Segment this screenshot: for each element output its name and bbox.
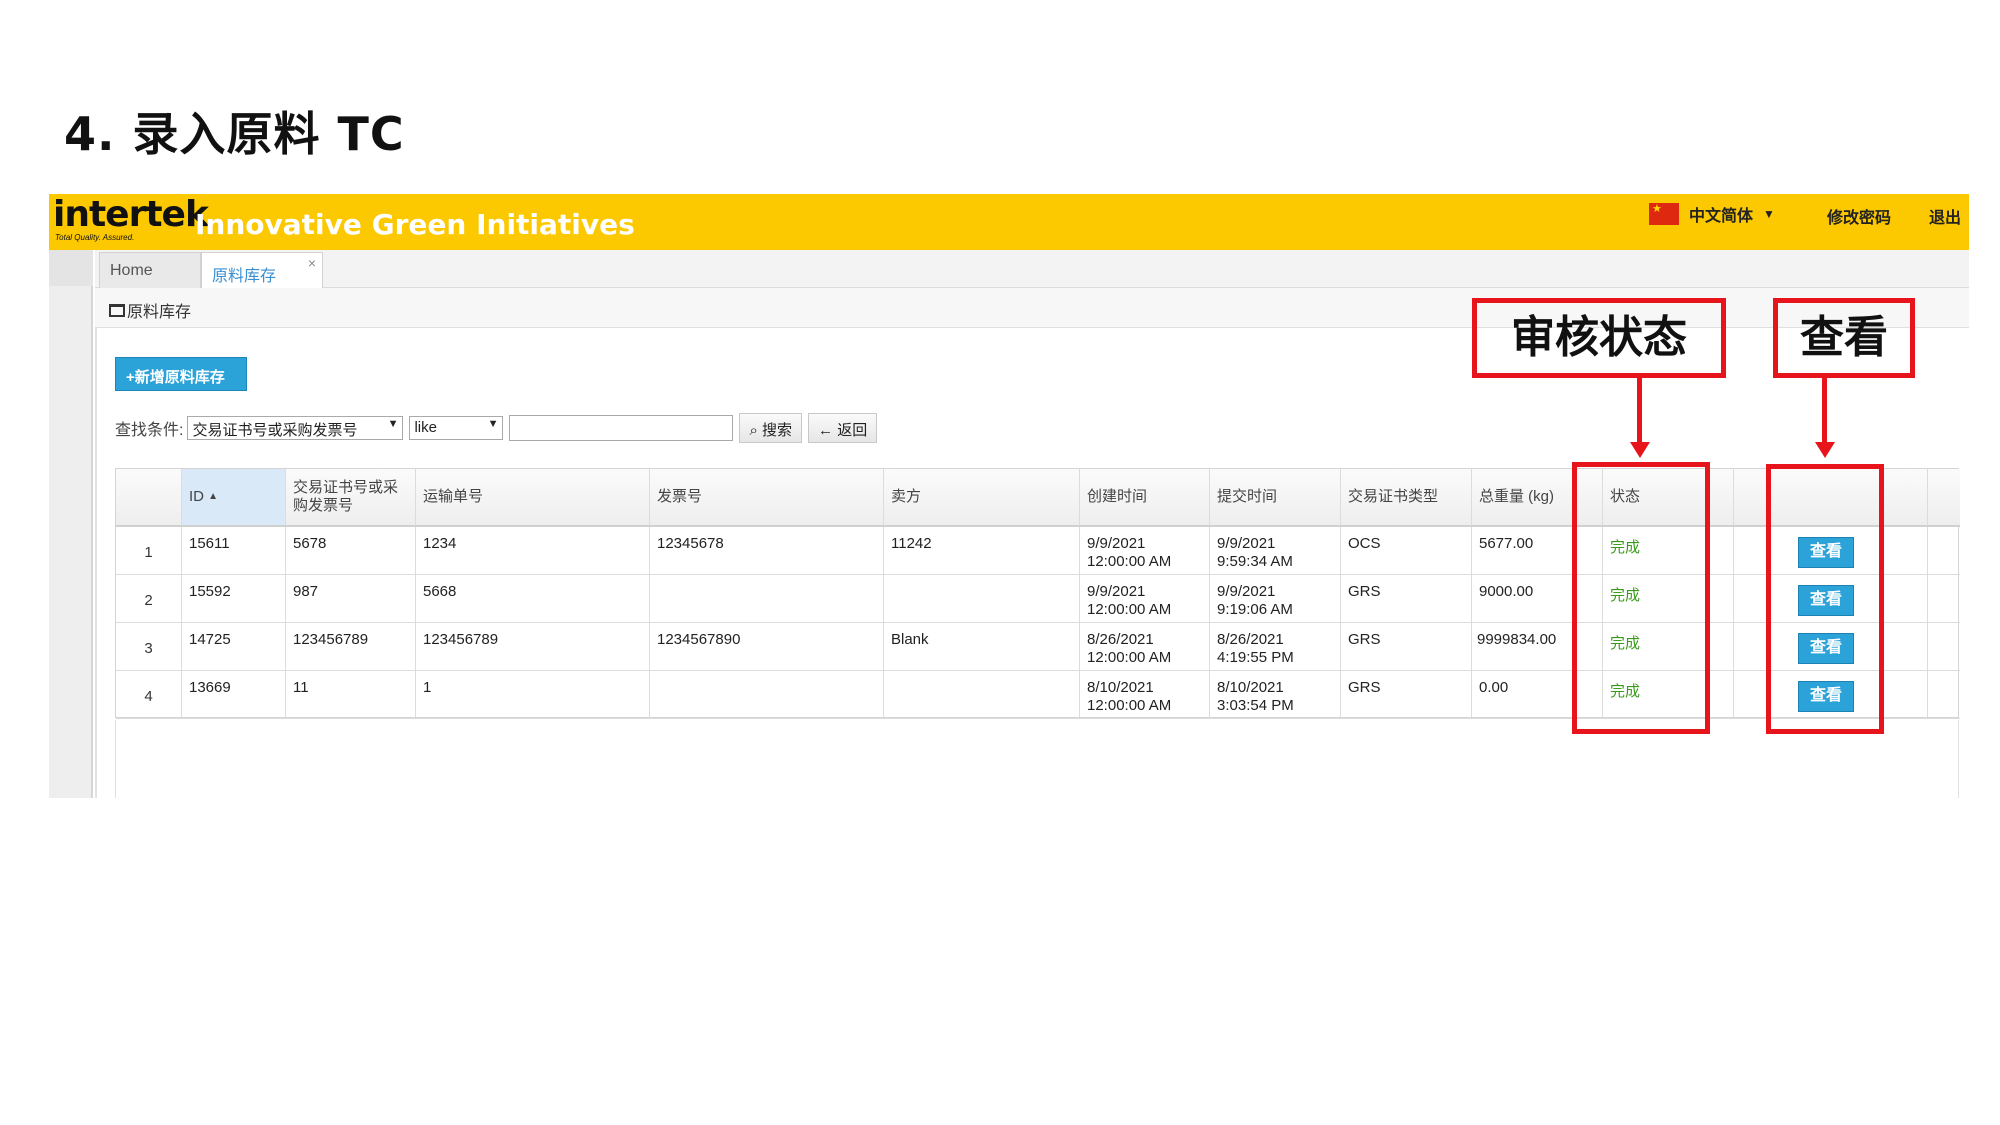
header-submitted[interactable]: 提交时间 [1210,469,1341,525]
status-arrow-head [1630,442,1650,458]
change-password-link[interactable]: 修改密码 [1827,204,1891,228]
tab-bar: Home 原料库存 × [95,250,1969,288]
search-button-label: 搜索 [762,422,793,439]
back-arrow-icon: ← [818,422,834,439]
view-callout-label: 查看 [1800,312,1888,363]
created-cell: 8/10/2021 12:00:00 AM [1080,671,1210,718]
header-shipping-no[interactable]: 运输单号 [416,469,650,525]
status-column-highlight [1572,462,1710,734]
panel-title-text: 原料库存 [127,304,192,321]
back-button-label: 返回 [837,422,868,439]
tab-material-inventory[interactable]: 原料库存 × [201,252,323,288]
header-invoice-no[interactable]: 发票号 [650,469,884,525]
status-callout-box: 审核状态 [1472,298,1726,378]
created-cell: 9/9/2021 12:00:00 AM [1080,575,1210,622]
header-created[interactable]: 创建时间 [1080,469,1210,525]
search-button[interactable]: ⌕ 搜索 [739,413,803,443]
search-field-select[interactable]: 交易证书号或采购发票号 ▼ [187,416,404,440]
header-spacer [1928,469,1960,525]
close-icon[interactable]: × [308,255,316,271]
header-seller[interactable]: 卖方 [884,469,1080,525]
caret-down-icon: ▼ [1763,207,1775,221]
header-cert-no[interactable]: 交易证书号或采购发票号 [286,469,416,525]
app-title: Innovative Green Initiatives [195,208,635,241]
sort-asc-icon: ▲ [208,491,219,502]
language-selector[interactable]: 中文简体 ▼ [1649,202,1775,226]
caret-down-icon: ▼ [487,418,499,430]
logo-wordmark: intertek [53,194,209,235]
collapsed-sidebar [49,250,93,798]
content-border [95,328,97,798]
view-callout-box: 查看 [1773,298,1915,378]
status-arrow [1637,378,1642,444]
search-bar: 查找条件: 交易证书号或采购发票号 ▼ like ▼ ⌕ 搜索 ← 返回 [115,413,878,443]
submitted-cell: 9/9/2021 9:59:34 AM [1210,527,1341,574]
tab-material-inventory-label: 原料库存 [212,268,277,285]
china-flag-icon [1649,203,1679,225]
view-arrow-head [1815,442,1835,458]
window-icon [109,303,125,317]
search-operator-value: like [414,419,437,436]
logout-link[interactable]: 退出 [1929,204,1961,228]
header-rownum [116,469,182,525]
language-label: 中文简体 [1689,208,1754,225]
sidebar-header [49,250,93,286]
submitted-cell: 8/26/2021 4:19:55 PM [1210,623,1341,670]
search-label: 查找条件: [115,422,184,439]
created-cell: 9/9/2021 12:00:00 AM [1080,527,1210,574]
search-operator-select[interactable]: like ▼ [409,416,504,440]
search-field-value: 交易证书号或采购发票号 [192,422,358,439]
caret-down-icon: ▼ [387,418,399,430]
tab-home[interactable]: Home [99,252,201,288]
submitted-cell: 8/10/2021 3:03:54 PM [1210,671,1341,718]
status-callout-label: 审核状态 [1511,312,1687,363]
search-icon: ⌕ [749,422,758,439]
tab-home-label: Home [110,262,153,279]
header-id[interactable]: ID ▲ [182,469,286,525]
view-column-highlight [1766,464,1884,734]
intertek-logo: intertek Total Quality. Assured. [53,196,209,246]
add-material-button[interactable]: +新增原料库存 [115,357,247,391]
submitted-cell: 9/9/2021 9:19:06 AM [1210,575,1341,622]
view-arrow [1822,378,1827,444]
back-button[interactable]: ← 返回 [808,413,878,443]
panel-title: 原料库存 [109,298,191,322]
created-cell: 8/26/2021 12:00:00 AM [1080,623,1210,670]
slide-title: 4. 录入原料 TC [64,107,405,161]
header-cert-type[interactable]: 交易证书类型 [1341,469,1472,525]
logo-tagline: Total Quality. Assured. [55,233,135,242]
search-input[interactable] [509,415,734,441]
top-bar: intertek Total Quality. Assured. Innovat… [49,194,1969,250]
